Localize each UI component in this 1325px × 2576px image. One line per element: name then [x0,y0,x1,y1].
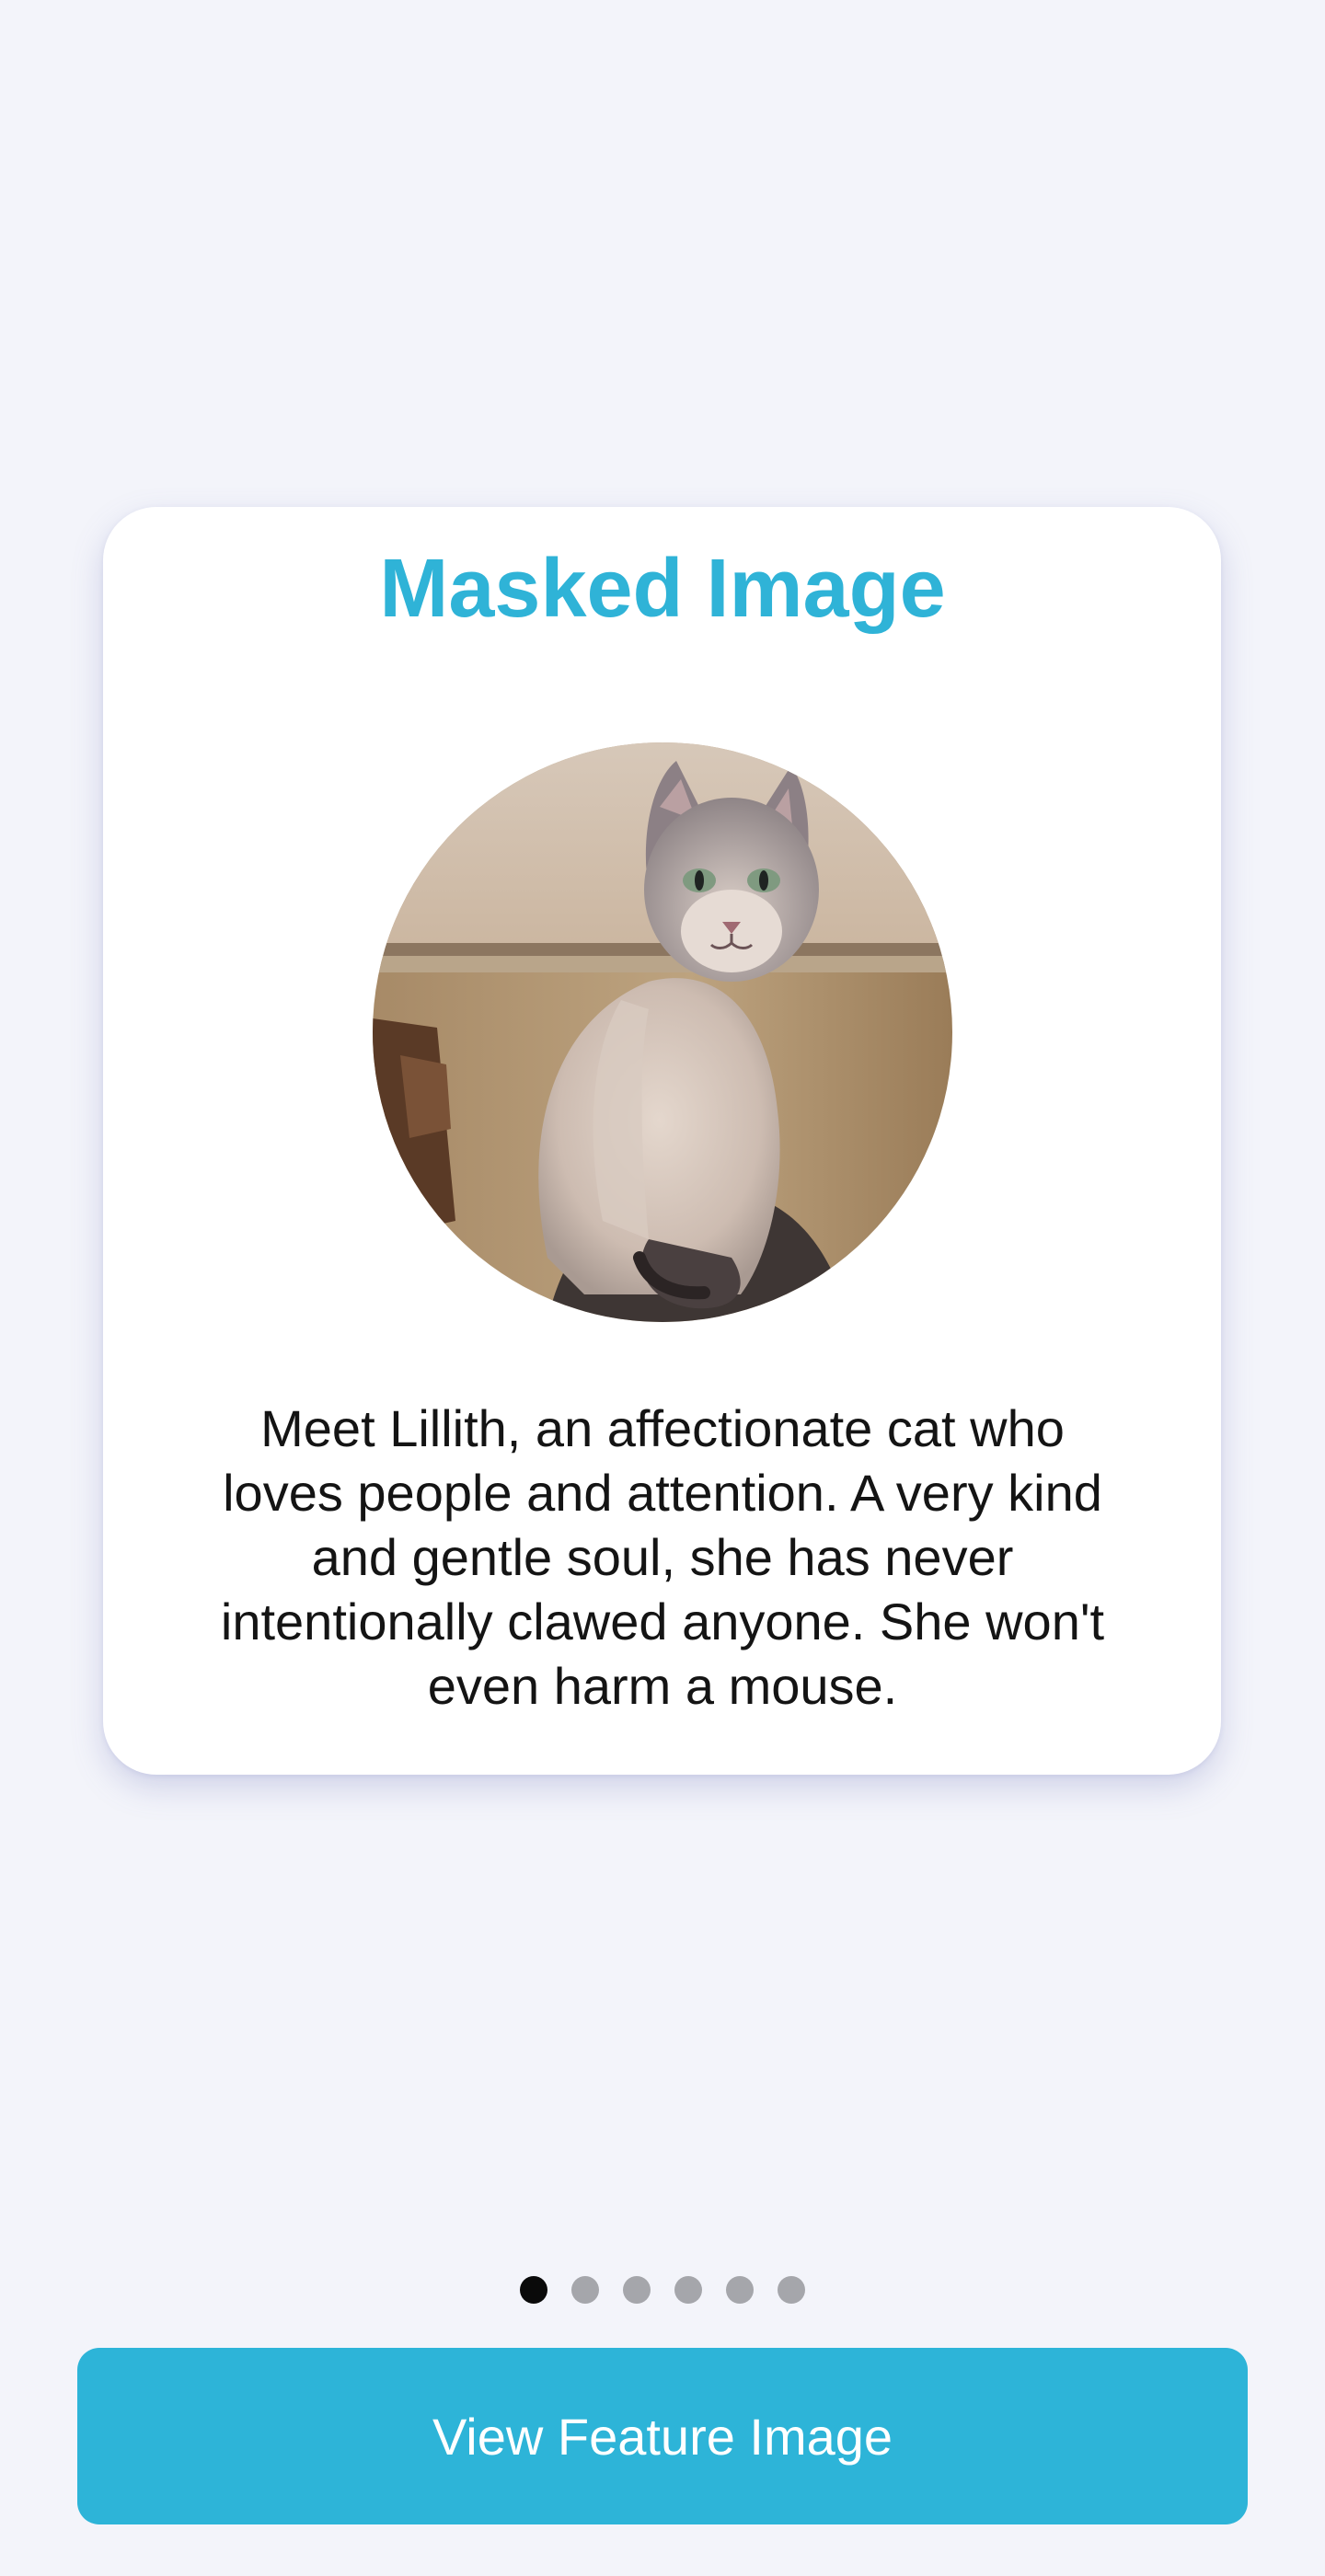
page-indicator [0,2276,1325,2304]
cat-illustration [373,742,952,1322]
page-dot-2[interactable] [571,2276,599,2304]
page-dot-5[interactable] [726,2276,754,2304]
page-dot-3[interactable] [623,2276,651,2304]
page-dot-4[interactable] [674,2276,702,2304]
page-dot-1[interactable] [520,2276,547,2304]
page-dot-6[interactable] [778,2276,805,2304]
card-title: Masked Image [379,543,946,635]
masked-cat-photo [373,742,952,1322]
card-description: Meet Lillith, an affectionate cat who lo… [220,1399,1105,1715]
view-feature-image-button[interactable]: View Feature Image [77,2348,1248,2524]
